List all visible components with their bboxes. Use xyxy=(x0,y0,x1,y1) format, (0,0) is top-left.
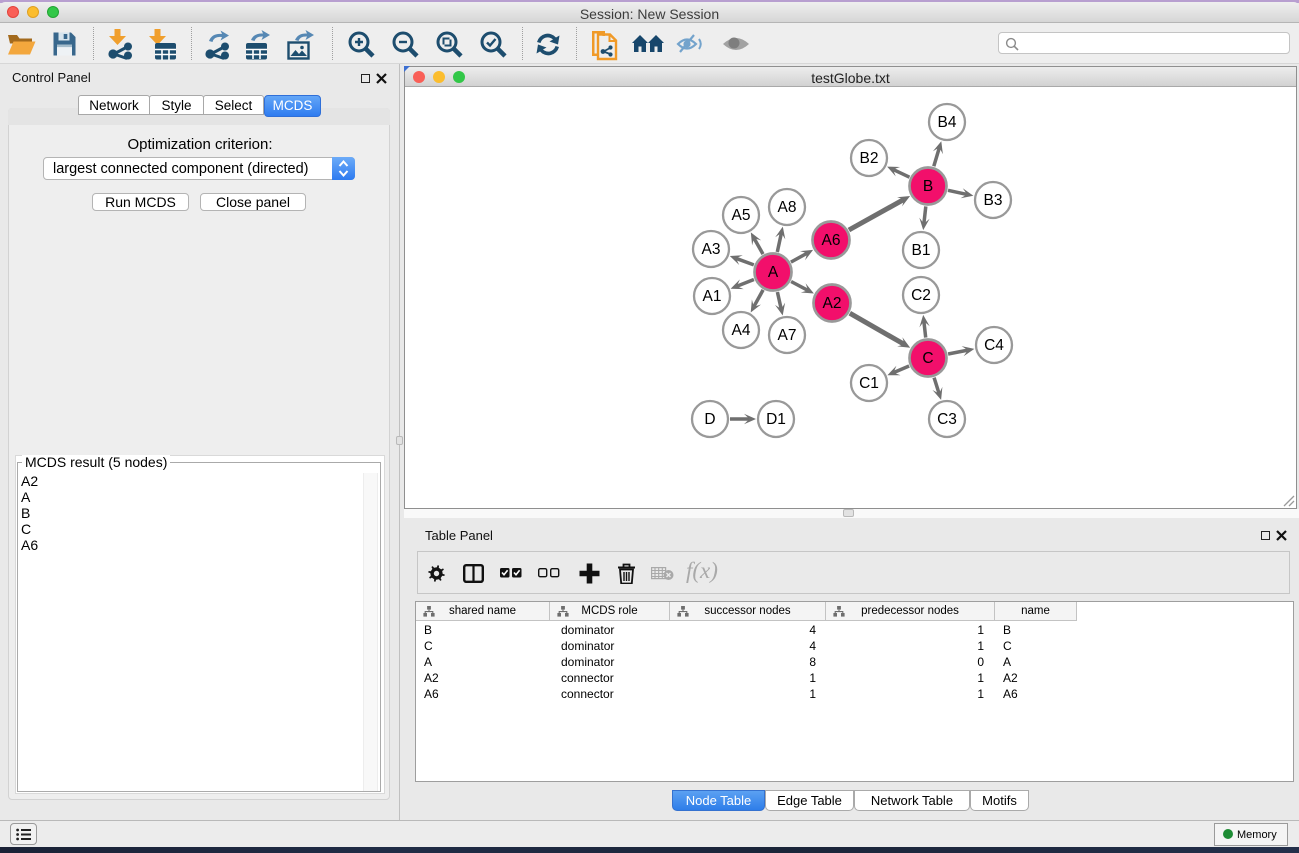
svg-text:A7: A7 xyxy=(778,327,797,344)
svg-text:A1: A1 xyxy=(703,288,722,305)
svg-text:C1: C1 xyxy=(859,375,879,392)
svg-text:A: A xyxy=(768,264,779,281)
svg-text:A6: A6 xyxy=(822,232,841,249)
svg-text:A2: A2 xyxy=(823,295,842,312)
svg-text:B2: B2 xyxy=(860,150,879,167)
svg-text:A4: A4 xyxy=(732,322,751,339)
svg-text:C3: C3 xyxy=(937,411,957,428)
svg-text:B4: B4 xyxy=(938,114,957,131)
svg-text:A5: A5 xyxy=(732,207,751,224)
svg-text:D: D xyxy=(704,411,715,428)
svg-text:A8: A8 xyxy=(778,199,797,216)
svg-text:C4: C4 xyxy=(984,337,1004,354)
svg-text:B: B xyxy=(923,178,933,195)
svg-text:C: C xyxy=(922,350,933,367)
svg-text:D1: D1 xyxy=(766,411,786,428)
svg-text:C2: C2 xyxy=(911,287,931,304)
svg-text:A3: A3 xyxy=(702,241,721,258)
svg-text:B3: B3 xyxy=(984,192,1003,209)
svg-text:B1: B1 xyxy=(912,242,931,259)
